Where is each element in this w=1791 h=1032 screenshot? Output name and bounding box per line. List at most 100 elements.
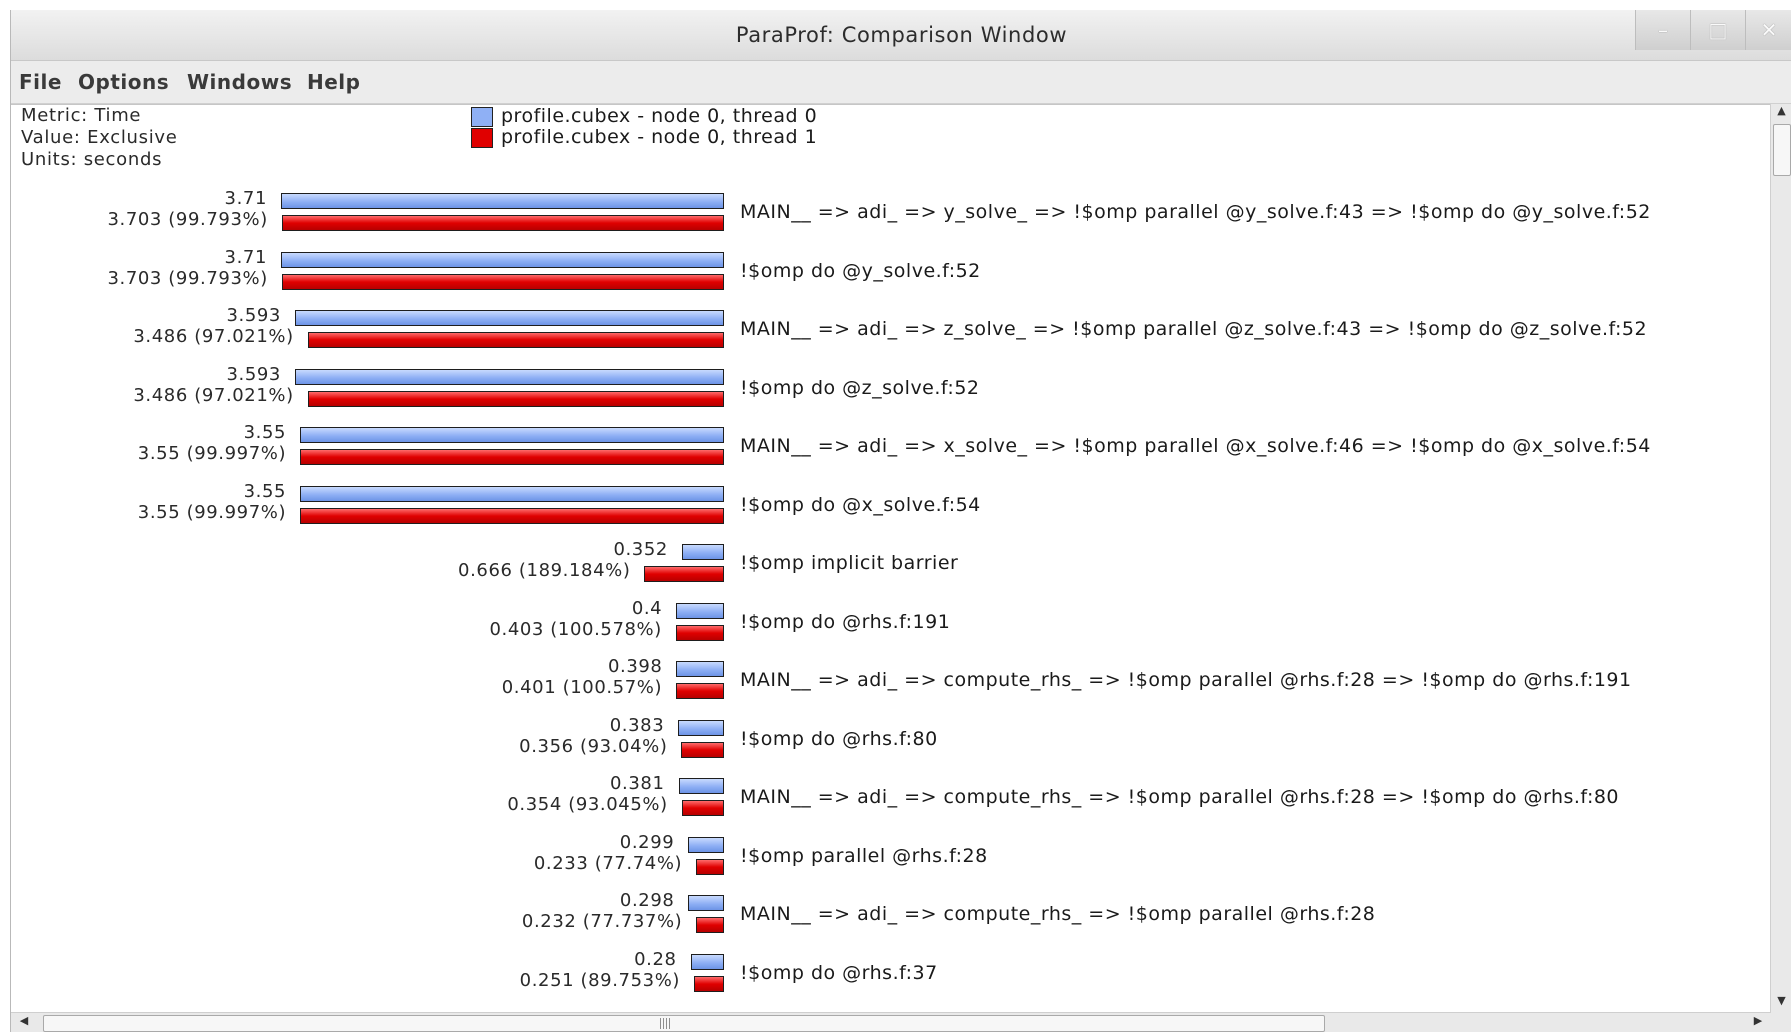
comparison-row[interactable]: 3.71 3.703 (99.793%) MAIN__ => adi_ => y_s… <box>11 188 1771 242</box>
bar-thread-1[interactable] <box>675 624 724 641</box>
bar-thread-0[interactable] <box>688 836 724 853</box>
minimize-button[interactable]: – <box>1635 10 1690 50</box>
bar-thread-1[interactable] <box>681 741 724 758</box>
scroll-up-icon[interactable]: ▲ <box>1771 104 1791 122</box>
row-function-label[interactable]: MAIN__ => adi_ => x_solve_ => !$omp para… <box>740 435 1651 457</box>
bar-thread-0[interactable] <box>300 485 724 502</box>
scroll-grip-icon <box>660 1018 670 1029</box>
bar-thread-1[interactable] <box>300 449 724 465</box>
bar-thread-1[interactable] <box>696 917 724 933</box>
row-function-label[interactable]: !$omp do @z_solve.f:52 <box>740 377 980 399</box>
window-title: ParaProf: Comparison Window <box>735 23 1068 47</box>
bar-thread-1[interactable] <box>281 273 724 290</box>
value-label-thread-1: 0.403 (100.578%) <box>489 618 662 640</box>
comparison-row[interactable]: 0.298 0.232 (77.737%) MAIN__ => adi_ => co… <box>11 890 1771 944</box>
value-label-thread-0: 3.55 <box>243 422 287 443</box>
row-function-label[interactable]: MAIN__ => adi_ => compute_rhs_ => !$omp … <box>740 786 1619 808</box>
value-label-thread-1: 0.356 (93.04%) <box>519 735 668 757</box>
bar-thread-0[interactable] <box>688 895 724 911</box>
scroll-right-icon[interactable]: ▶ <box>1749 1014 1767 1032</box>
bar-thread-0[interactable] <box>294 368 724 385</box>
value-label-thread-1: 3.55 (99.997%) <box>137 443 287 464</box>
value-label-thread-0: 0.4 <box>631 597 663 619</box>
bar-thread-1[interactable] <box>681 800 724 816</box>
value-label-thread-0: 3.593 <box>226 363 281 385</box>
row-function-label[interactable]: !$omp implicit barrier <box>740 552 958 574</box>
comparison-row[interactable]: 3.55 3.55 (99.997%) !$omp do @x_solve.f:54 <box>11 480 1771 535</box>
bar-thread-1[interactable] <box>281 215 724 231</box>
value-label-thread-0: 0.298 <box>619 890 675 911</box>
value-label-thread-0: 0.398 <box>607 656 663 677</box>
bar-thread-1[interactable] <box>696 858 724 875</box>
close-button[interactable]: ✕ <box>1745 10 1791 50</box>
row-function-label[interactable]: !$omp do @rhs.f:191 <box>740 611 950 633</box>
comparison-row[interactable]: 3.593 3.486 (97.021%) !$omp do @z_solve.f:… <box>11 363 1771 418</box>
bar-thread-0[interactable] <box>676 602 724 619</box>
comparison-row[interactable]: 3.55 3.55 (99.997%) MAIN__ => adi_ => x_so… <box>11 422 1771 476</box>
bar-thread-0[interactable] <box>678 778 724 794</box>
row-function-label[interactable]: MAIN__ => adi_ => compute_rhs_ => !$omp … <box>740 903 1375 925</box>
value-label-thread-1: 3.55 (99.997%) <box>137 501 287 523</box>
menu-help[interactable]: Help <box>307 70 360 94</box>
legend-swatch-thread-1 <box>471 128 493 148</box>
row-function-label[interactable]: !$omp do @rhs.f:37 <box>740 962 938 984</box>
comparison-row[interactable]: 0.398 0.401 (100.57%) MAIN__ => adi_ => co… <box>11 656 1771 710</box>
menu-options[interactable]: Options <box>78 70 169 94</box>
bar-thread-0[interactable] <box>281 193 724 209</box>
comparison-row[interactable]: 0.4 0.403 (100.578%) !$omp do @rhs.f:191 <box>11 597 1771 652</box>
vertical-scroll-thumb[interactable] <box>1773 124 1791 176</box>
value-label-thread-1: 3.486 (97.021%) <box>133 326 294 347</box>
value-label-thread-0: 0.28 <box>634 948 677 970</box>
comparison-row[interactable]: 0.383 0.356 (93.04%) !$omp do @rhs.f:80 <box>11 715 1771 769</box>
bar-thread-0[interactable] <box>281 251 724 268</box>
bar-thread-0[interactable] <box>294 310 724 326</box>
maximize-button[interactable]: □ <box>1690 10 1745 50</box>
horizontal-scroll-thumb[interactable] <box>43 1015 1325 1032</box>
row-function-label[interactable]: !$omp do @y_solve.f:52 <box>740 260 981 282</box>
comparison-row[interactable]: 0.28 0.251 (89.753%) !$omp do @rhs.f:37 <box>11 948 1771 1003</box>
vertical-scrollbar[interactable]: ▲ ▼ <box>1770 104 1791 1012</box>
menu-windows[interactable]: Windows <box>187 70 292 94</box>
value-label-thread-0: 3.55 <box>243 480 287 502</box>
bar-thread-1[interactable] <box>644 566 724 582</box>
comparison-row[interactable]: 3.593 3.486 (97.021%) MAIN__ => adi_ => z_… <box>11 305 1771 359</box>
row-function-label[interactable]: MAIN__ => adi_ => y_solve_ => !$omp para… <box>740 201 1651 223</box>
comparison-row[interactable]: 0.299 0.233 (77.74%) !$omp parallel @rhs.f… <box>11 832 1771 886</box>
legend-label-thread-1: profile.cubex - node 0, thread 1 <box>501 126 818 148</box>
bar-thread-1[interactable] <box>307 390 724 407</box>
value-label-thread-1: 0.401 (100.57%) <box>501 677 663 698</box>
horizontal-scrollbar[interactable]: ◀ ▶ <box>11 1012 1771 1032</box>
row-function-label[interactable]: !$omp do @rhs.f:80 <box>740 728 938 750</box>
close-icon: ✕ <box>1760 18 1778 42</box>
bar-thread-0[interactable] <box>681 544 724 560</box>
scroll-left-icon[interactable]: ◀ <box>15 1014 33 1032</box>
bar-thread-1[interactable] <box>676 683 724 699</box>
bar-thread-0[interactable] <box>690 953 724 970</box>
value-label-thread-1: 3.703 (99.793%) <box>107 267 268 289</box>
bar-thread-0[interactable] <box>300 427 724 443</box>
menu-file[interactable]: File <box>19 70 62 94</box>
row-function-label[interactable]: !$omp parallel @rhs.f:28 <box>740 845 988 867</box>
bar-thread-0[interactable] <box>678 719 724 736</box>
value-label-thread-1: 0.232 (77.737%) <box>521 911 683 932</box>
title-bar[interactable]: ParaProf: Comparison Window – □ ✕ <box>11 10 1791 61</box>
value-label-thread-0: 3.71 <box>224 246 267 268</box>
row-function-label[interactable]: !$omp do @x_solve.f:54 <box>740 494 981 516</box>
bar-thread-1[interactable] <box>694 975 724 992</box>
bar-thread-1[interactable] <box>307 332 724 348</box>
window-controls: – □ ✕ <box>1635 10 1791 50</box>
scroll-down-icon[interactable]: ▼ <box>1771 994 1791 1012</box>
comparison-row[interactable]: 0.352 0.666 (189.184%) !$omp implicit barr… <box>11 539 1771 593</box>
row-function-label[interactable]: MAIN__ => adi_ => z_solve_ => !$omp para… <box>740 318 1647 340</box>
comparison-row[interactable]: 3.71 3.703 (99.793%) !$omp do @y_solve.f:5… <box>11 246 1771 301</box>
bar-thread-1[interactable] <box>300 507 724 524</box>
metric-label: Metric: Time <box>21 105 142 126</box>
value-label-thread-1: 0.233 (77.74%) <box>533 852 683 874</box>
legend-label-thread-0: profile.cubex - node 0, thread 0 <box>501 105 818 127</box>
bar-thread-0[interactable] <box>676 661 724 677</box>
value-label-thread-0: 3.593 <box>226 305 281 326</box>
value-label-thread-1: 0.666 (189.184%) <box>458 560 631 581</box>
comparison-row[interactable]: 0.381 0.354 (93.045%) MAIN__ => adi_ => co… <box>11 773 1771 827</box>
value-label-thread-0: 3.71 <box>224 188 267 209</box>
row-function-label[interactable]: MAIN__ => adi_ => compute_rhs_ => !$omp … <box>740 669 1632 691</box>
